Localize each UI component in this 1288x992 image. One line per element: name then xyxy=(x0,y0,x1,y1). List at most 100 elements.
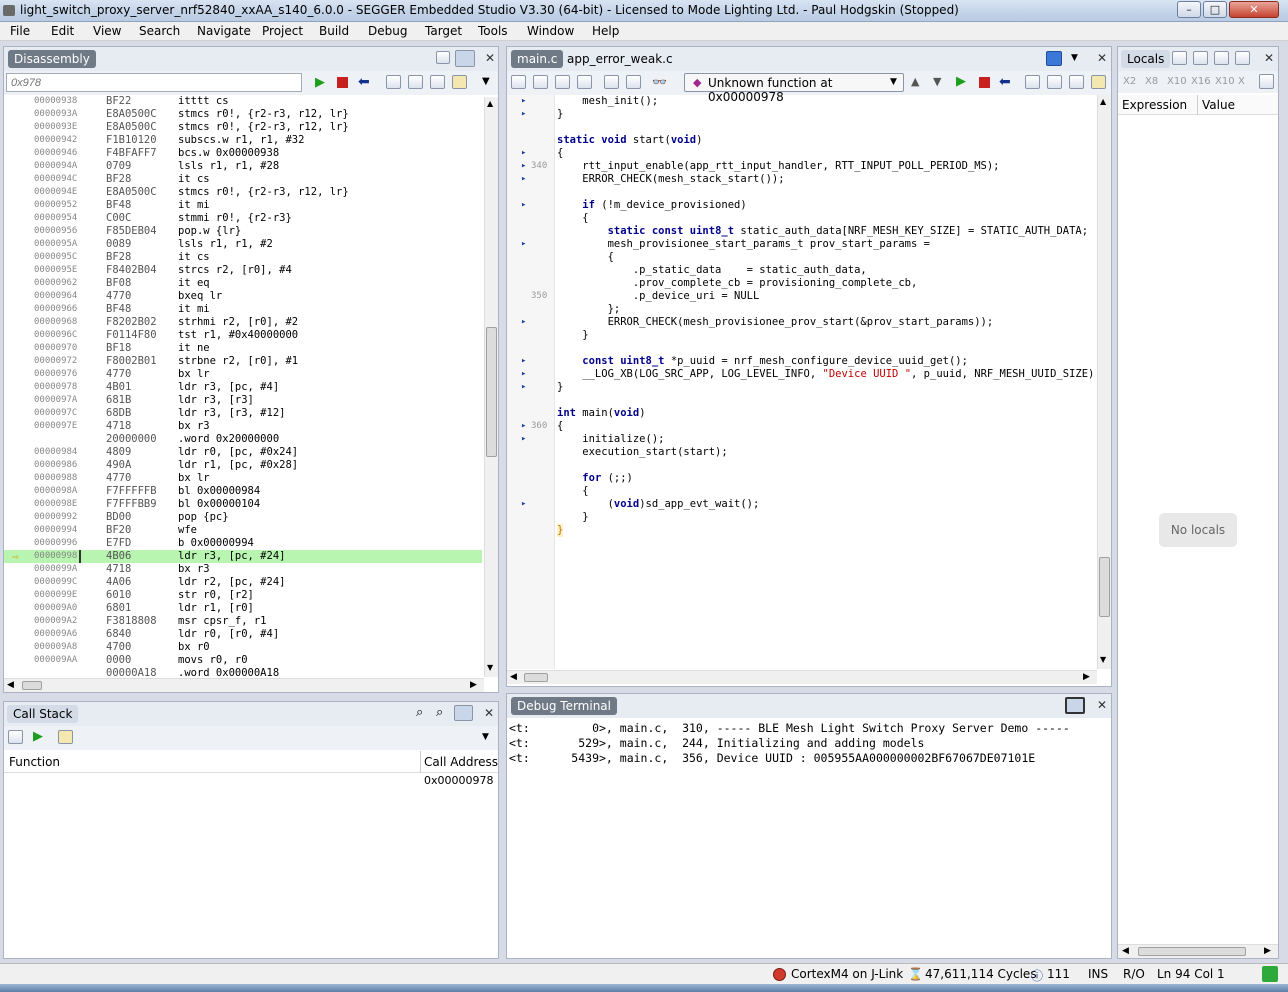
disassembly-row[interactable]: 0000099C 4A06 ldr r2, [pc, #24] xyxy=(4,576,482,589)
disassembly-row[interactable]: 00000946 F4BFAFF7 bcs.w 0x00000938 xyxy=(4,147,482,160)
disassembly-row[interactable]: 00000952 BF48 it mi xyxy=(4,199,482,212)
code-line[interactable] xyxy=(507,459,1095,472)
code-line[interactable]: ▸ mesh_init(); xyxy=(507,95,1095,108)
breakpoint-marker[interactable]: ▸ xyxy=(521,368,526,381)
outline-icon[interactable] xyxy=(604,75,619,89)
stop-debug-icon[interactable] xyxy=(979,77,990,88)
disassembly-row[interactable]: 00000968 F8202B02 strhmi r2, [r0], #2 xyxy=(4,316,482,329)
code-line[interactable]: static const uint8_t static_auth_data[NR… xyxy=(507,225,1095,238)
disassembly-hscroll[interactable]: ◀ ▶ xyxy=(4,678,484,692)
code-line[interactable]: 350 .p_device_uri = NULL xyxy=(507,290,1095,303)
breakpoint-marker[interactable]: ▸ xyxy=(521,316,526,329)
disassembly-row[interactable]: 0000097C 68DB ldr r3, [r3, #12] xyxy=(4,407,482,420)
step-into-icon[interactable] xyxy=(386,75,401,89)
menu-debug[interactable]: Debug xyxy=(368,24,407,38)
disassembly-row[interactable]: 00000978 4B01 ldr r3, [pc, #4] xyxy=(4,381,482,394)
disassembly-row[interactable]: 000009A0 6801 ldr r1, [r0] xyxy=(4,602,482,615)
run-to-cursor-source-icon[interactable] xyxy=(1091,75,1106,89)
breakpoint-marker[interactable]: ▸ xyxy=(521,199,526,212)
code-line[interactable]: { xyxy=(507,251,1095,264)
status-count[interactable]: 111 xyxy=(1047,967,1070,981)
scroll-left-icon[interactable]: ◀ xyxy=(7,680,14,690)
callstack-dropdown-icon[interactable]: ▼ xyxy=(482,732,489,742)
editor-scroll-up-icon[interactable]: ▲ xyxy=(1100,97,1106,106)
show-next-statement-icon[interactable]: ⬅ xyxy=(999,74,1011,90)
disassembly-row[interactable]: 000009A2 F3818808 msr cpsr_f, r1 xyxy=(4,615,482,628)
stop-icon[interactable] xyxy=(337,77,348,88)
minimize-button[interactable]: – xyxy=(1177,1,1201,18)
disassembly-row[interactable]: 00000956 F85DEB04 pop.w {lr} xyxy=(4,225,482,238)
code-line[interactable]: ▸ initialize(); xyxy=(507,433,1095,446)
code-line[interactable]: ▸} xyxy=(507,108,1095,121)
locals-hex-icon[interactable] xyxy=(1193,51,1208,65)
run-to-cursor-icon[interactable] xyxy=(452,75,467,89)
menu-navigate[interactable]: Navigate xyxy=(197,24,251,38)
code-line[interactable]: ▸ (void)sd_app_evt_wait(); xyxy=(507,498,1095,511)
disassembly-row[interactable]: 00000986 490A ldr r1, [pc, #0x28] xyxy=(4,459,482,472)
disassembly-row[interactable]: 0000098E F7FFFBB9 bl 0x00000104 xyxy=(4,498,482,511)
menu-help[interactable]: Help xyxy=(592,24,619,38)
code-line[interactable]: } xyxy=(507,524,1095,537)
code-line[interactable] xyxy=(507,394,1095,407)
menu-build[interactable]: Build xyxy=(319,24,349,38)
locals-decimal-icon[interactable] xyxy=(1214,51,1229,65)
disassembly-row[interactable]: 000009AA 0000 movs r0, r0 xyxy=(4,654,482,667)
code-line[interactable]: } xyxy=(507,511,1095,524)
disassembly-row[interactable]: 000009A6 6840 ldr r0, [r0, #4] xyxy=(4,628,482,641)
disassembly-row[interactable]: 0000097E 4718 bx r3 xyxy=(4,420,482,433)
expression-column[interactable]: Expression xyxy=(1122,98,1187,112)
cycle-count[interactable]: 47,611,114 Cycles xyxy=(925,967,1037,981)
code-line[interactable]: execution_start(start); xyxy=(507,446,1095,459)
code-line[interactable]: .prov_complete_cb = provisioning_complet… xyxy=(507,277,1095,290)
code-line[interactable]: ▸ ERROR_CHECK(mesh_stack_start()); xyxy=(507,173,1095,186)
close-icon[interactable]: ✕ xyxy=(485,51,495,65)
call-address-column[interactable]: Call Address xyxy=(424,755,498,769)
address-input[interactable] xyxy=(6,73,302,92)
callstack-settings-icon[interactable] xyxy=(454,705,473,721)
locals-settings-icon[interactable] xyxy=(1259,74,1274,89)
disassembly-row[interactable]: 00000976 4770 bx lr xyxy=(4,368,482,381)
disassembly-row[interactable]: 0000094C BF28 it cs xyxy=(4,173,482,186)
callstack-goto-icon[interactable] xyxy=(58,730,73,744)
disassembly-row[interactable]: 0000093E E8A0500C stmcs r0!, {r2-r3, r12, … xyxy=(4,121,482,134)
code-line[interactable]: ▸ __LOG_XB(LOG_SRC_APP, LOG_LEVEL_INFO, … xyxy=(507,368,1095,381)
step-out-icon[interactable] xyxy=(430,75,445,89)
disassembly-row[interactable]: 00000994 BF20 wfe xyxy=(4,524,482,537)
code-line[interactable]: ▸ mesh_provisionee_start_params_t prov_s… xyxy=(507,238,1095,251)
callstack-row[interactable]: 0x00000978 xyxy=(4,773,498,789)
editor-scroll-right-icon[interactable]: ▶ xyxy=(1083,672,1090,682)
disassembly-row[interactable]: 0000099E 6010 str r0, [r2] xyxy=(4,589,482,602)
callstack-view-icon[interactable] xyxy=(8,730,23,744)
editor-scroll-thumb[interactable] xyxy=(1099,557,1110,617)
clear-format-label[interactable]: X xyxy=(1238,76,1245,87)
disassembly-row[interactable]: 00000988 4770 bx lr xyxy=(4,472,482,485)
disassembly-row[interactable]: 00000A18 .word 0x00000A18 xyxy=(4,667,482,677)
disassembly-row[interactable]: 00000938 BF22 itttt cs xyxy=(4,95,482,108)
menu-window[interactable]: Window xyxy=(527,24,574,38)
code-line[interactable]: ▸ ERROR_CHECK(mesh_provisionee_prov_star… xyxy=(507,316,1095,329)
code-editor[interactable]: ▸ mesh_init(); ▸} static void start(void) ▸… xyxy=(507,95,1095,669)
menu-edit[interactable]: Edit xyxy=(51,24,74,38)
close-editor-icon[interactable]: ✕ xyxy=(1097,51,1107,65)
terminal-settings-icon[interactable] xyxy=(1065,697,1085,714)
disassembly-row[interactable]: 00000962 BF08 it eq xyxy=(4,277,482,290)
code-line[interactable]: int main(void) xyxy=(507,407,1095,420)
close-terminal-icon[interactable]: ✕ xyxy=(1097,698,1107,712)
menu-file[interactable]: File xyxy=(10,24,30,38)
continue-icon[interactable]: ▶ xyxy=(956,74,966,89)
code-line[interactable]: { xyxy=(507,212,1095,225)
breakpoint-marker[interactable]: ▸ xyxy=(521,108,526,121)
disassembly-row[interactable]: 00000964 4770 bxeq lr xyxy=(4,290,482,303)
disassembly-row[interactable]: 0000099A 4718 bx r3 xyxy=(4,563,482,576)
step-into-source-icon[interactable] xyxy=(1025,75,1040,89)
scroll-thumb[interactable] xyxy=(486,327,497,457)
terminal-output[interactable]: <t: 0>, main.c, 310, ----- BLE Mesh Ligh… xyxy=(509,721,1109,951)
menu-project[interactable]: Project xyxy=(262,24,303,38)
code-line[interactable]: ▸} xyxy=(507,381,1095,394)
disassembly-row[interactable]: 20000000 .word 0x20000000 xyxy=(4,433,482,446)
value-column[interactable]: Value xyxy=(1202,98,1235,112)
target-status-icon[interactable] xyxy=(773,968,786,981)
breakpoint-marker[interactable]: ▸ xyxy=(521,147,526,160)
navigate-icon[interactable] xyxy=(1046,51,1062,66)
locals-scroll-right-icon[interactable]: ▶ xyxy=(1264,946,1271,956)
